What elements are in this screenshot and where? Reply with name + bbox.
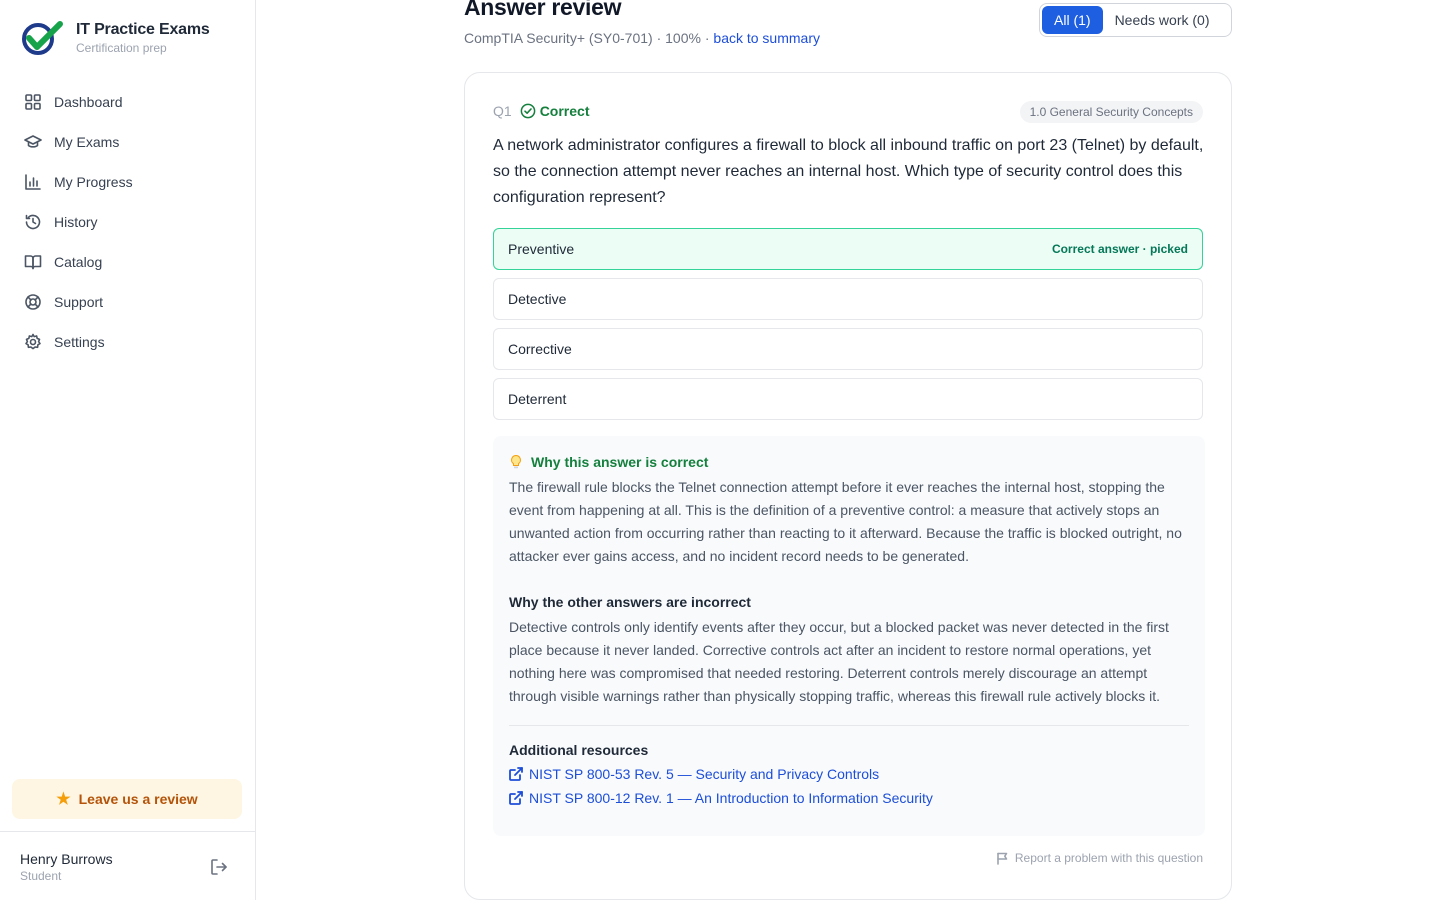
logout-button[interactable] xyxy=(209,857,229,877)
sidebar-item-settings[interactable]: Settings xyxy=(12,322,244,362)
incorrect-explanation-text: Detective controls only identify events … xyxy=(509,619,1169,704)
sidebar-item-label: My Exams xyxy=(54,134,120,150)
filter-needs-work-tab[interactable]: Needs work (0) xyxy=(1103,6,1222,34)
question-card: Q1 Correct 1.0 General Security Concepts… xyxy=(464,72,1232,900)
grid-icon xyxy=(25,94,41,110)
option-label: Detective xyxy=(508,291,567,307)
resource-link[interactable]: NIST SP 800-53 Rev. 5 — Security and Pri… xyxy=(509,764,1189,784)
correct-heading-text: Why this answer is correct xyxy=(531,454,709,470)
flag-icon xyxy=(997,852,1008,865)
sidebar-nav: Dashboard My Exams My Progress History C… xyxy=(12,82,244,362)
bar-chart-icon xyxy=(25,174,41,190)
option-label: Corrective xyxy=(508,341,572,357)
resource-link-label: NIST SP 800-12 Rev. 1 — An Introduction … xyxy=(529,790,933,806)
category-badge: 1.0 General Security Concepts xyxy=(1019,101,1203,123)
question-header: Q1 Correct xyxy=(493,103,589,119)
answer-filter: All (1) Needs work (0) xyxy=(1039,3,1232,37)
lightbulb-icon xyxy=(511,454,521,469)
sidebar-item-history[interactable]: History xyxy=(12,202,244,242)
question-status: Correct xyxy=(539,103,590,119)
leave-review-label: Leave us a review xyxy=(78,791,198,807)
gear-icon xyxy=(25,333,41,350)
history-icon xyxy=(25,214,41,230)
page-subtitle: CompTIA Security+ (SY0-701) · 100% · bac… xyxy=(464,30,820,46)
sidebar-item-support[interactable]: Support xyxy=(12,282,244,322)
filter-all-tab[interactable]: All (1) xyxy=(1042,6,1103,34)
brand-title: IT Practice Exams xyxy=(76,21,210,38)
correct-explanation-heading: Why this answer is correct xyxy=(509,452,1189,472)
external-link-icon xyxy=(509,791,523,805)
back-to-summary-link[interactable]: back to summary xyxy=(713,30,820,46)
exam-name: CompTIA Security+ (SY0-701) xyxy=(464,30,653,46)
report-problem-label: Report a problem with this question xyxy=(1014,851,1203,865)
answer-option-preventive[interactable]: Preventive Correct answer · picked xyxy=(493,228,1203,270)
explanation-panel: Why this answer is correct The firewall … xyxy=(493,436,1205,836)
answer-option-corrective[interactable]: Corrective xyxy=(493,328,1203,370)
separator: · xyxy=(700,30,714,46)
resource-link-label: NIST SP 800-53 Rev. 5 — Security and Pri… xyxy=(529,766,880,782)
sidebar-item-my-exams[interactable]: My Exams xyxy=(12,122,244,162)
option-label: Deterrent xyxy=(508,391,567,407)
report-problem-link[interactable]: Report a problem with this question xyxy=(996,851,1203,865)
correct-explanation-text: The firewall rule blocks the Telnet conn… xyxy=(509,479,1182,564)
external-link-icon xyxy=(509,767,523,781)
page-title: Answer review xyxy=(464,0,622,20)
correct-picked-badge: Correct answer · picked xyxy=(1051,242,1188,256)
sidebar-item-my-progress[interactable]: My Progress xyxy=(12,162,244,202)
sidebar-item-label: Catalog xyxy=(54,254,103,270)
exam-score: 100% xyxy=(665,30,701,46)
answer-option-deterrent[interactable]: Deterrent xyxy=(493,378,1203,420)
user-panel: Henry Burrows Student xyxy=(0,831,255,900)
answer-option-detective[interactable]: Detective xyxy=(493,278,1203,320)
user-role: Student xyxy=(20,869,62,883)
separator: · xyxy=(652,30,666,46)
sidebar-item-label: Settings xyxy=(54,334,105,350)
brand[interactable]: IT Practice Exams Certification prep xyxy=(20,20,210,56)
sidebar-item-dashboard[interactable]: Dashboard xyxy=(12,82,244,122)
brand-subtitle: Certification prep xyxy=(76,41,167,55)
sidebar: IT Practice Exams Certification prep Das… xyxy=(0,0,256,900)
option-label: Preventive xyxy=(508,241,575,257)
sidebar-item-label: My Progress xyxy=(54,174,133,190)
divider xyxy=(509,725,1189,726)
user-name: Henry Burrows xyxy=(20,851,113,867)
sidebar-item-catalog[interactable]: Catalog xyxy=(12,242,244,282)
logo-checkmark-icon xyxy=(22,21,63,55)
star-icon: ★ xyxy=(56,791,71,808)
question-number: Q1 xyxy=(493,103,512,119)
book-open-icon xyxy=(24,255,42,270)
resource-link[interactable]: NIST SP 800-12 Rev. 1 — An Introduction … xyxy=(509,788,1189,808)
sidebar-item-label: Support xyxy=(54,294,104,310)
graduation-cap-icon xyxy=(24,135,42,148)
sidebar-item-label: Dashboard xyxy=(54,94,123,110)
lifebuoy-icon xyxy=(25,294,41,310)
resources-heading: Additional resources xyxy=(509,742,649,758)
question-text: A network administrator configures a fir… xyxy=(493,137,1204,206)
check-circle-icon xyxy=(520,103,536,119)
leave-review-button[interactable]: ★ Leave us a review xyxy=(12,779,242,819)
sidebar-item-label: History xyxy=(54,214,98,230)
logout-icon xyxy=(211,859,227,875)
incorrect-explanation-heading: Why the other answers are incorrect xyxy=(509,594,751,610)
